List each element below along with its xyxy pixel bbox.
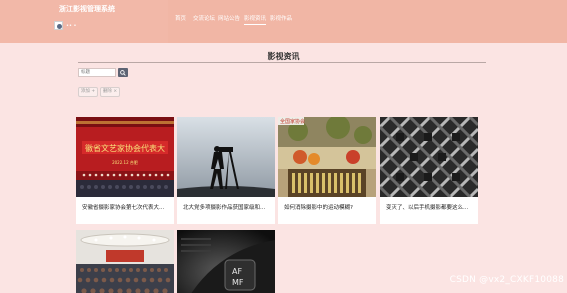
news-image (380, 117, 478, 197)
brand-panel: 浙江影视管理系统 •• • (0, 0, 168, 43)
site-title: 浙江影视管理系统 (59, 5, 115, 13)
user-icon (57, 24, 62, 29)
news-card[interactable]: 变灭了、以后手机摄影都要这么... (380, 117, 478, 224)
svg-text:MF: MF (232, 278, 244, 287)
svg-text:AF: AF (232, 267, 242, 276)
search-icon (120, 69, 126, 76)
title-divider (78, 62, 486, 63)
nav-item-film-news[interactable]: 影视资讯 (244, 14, 267, 25)
search-button[interactable] (118, 68, 128, 77)
news-title[interactable]: 安徽省摄影家协会第七次代表大... (82, 203, 170, 211)
badge-text: 全国家协会 (280, 118, 305, 125)
news-title[interactable]: 北大党多项摄影作品获国家级和... (183, 203, 271, 211)
news-image: 全国家协会 (278, 117, 376, 197)
news-card[interactable]: 北大党多项摄影作品获国家级和... (177, 117, 275, 224)
svg-text:2022.12 合肥: 2022.12 合肥 (112, 159, 138, 165)
nav-item-film-works[interactable]: 影视作品 (270, 14, 292, 22)
avatar[interactable] (54, 21, 63, 30)
search-input[interactable] (78, 68, 116, 77)
news-image (177, 117, 275, 197)
news-title[interactable]: 变灭了、以后手机摄影都要这么... (386, 203, 474, 211)
news-title[interactable]: 如何消除摄影中的运动模糊? (284, 203, 372, 211)
news-card[interactable]: 全国家协会 如何消除摄影中的运动模糊? (278, 117, 376, 224)
news-card[interactable] (76, 230, 174, 293)
nav-item-announcements[interactable]: 网站公告 (218, 14, 240, 22)
nav-item-forum[interactable]: 交流论坛 (193, 14, 215, 22)
delete-button[interactable]: 删除 × (100, 87, 120, 97)
nav-item-home[interactable]: 首页 (175, 14, 186, 22)
news-image: 徽省文艺家协会代表大 2022.12 合肥 (76, 117, 174, 197)
news-image: AF MF (177, 230, 275, 293)
page-title: 影视资讯 (267, 52, 300, 61)
news-image (76, 230, 174, 293)
top-header: 浙江影视管理系统 •• • 首页 交流论坛 网站公告 影视资讯 影视作品 (0, 0, 567, 43)
user-name[interactable]: •• • (66, 23, 76, 29)
news-card[interactable]: AF MF (177, 230, 275, 293)
add-button[interactable]: 添加 + (78, 87, 98, 97)
news-card[interactable]: 徽省文艺家协会代表大 2022.12 合肥 安徽省摄影家协会第七次代表大... (76, 117, 174, 224)
svg-text:徽省文艺家协会代表大: 徽省文艺家协会代表大 (85, 143, 165, 153)
watermark: CSDN @vx2_CXKF10088 (449, 275, 564, 285)
